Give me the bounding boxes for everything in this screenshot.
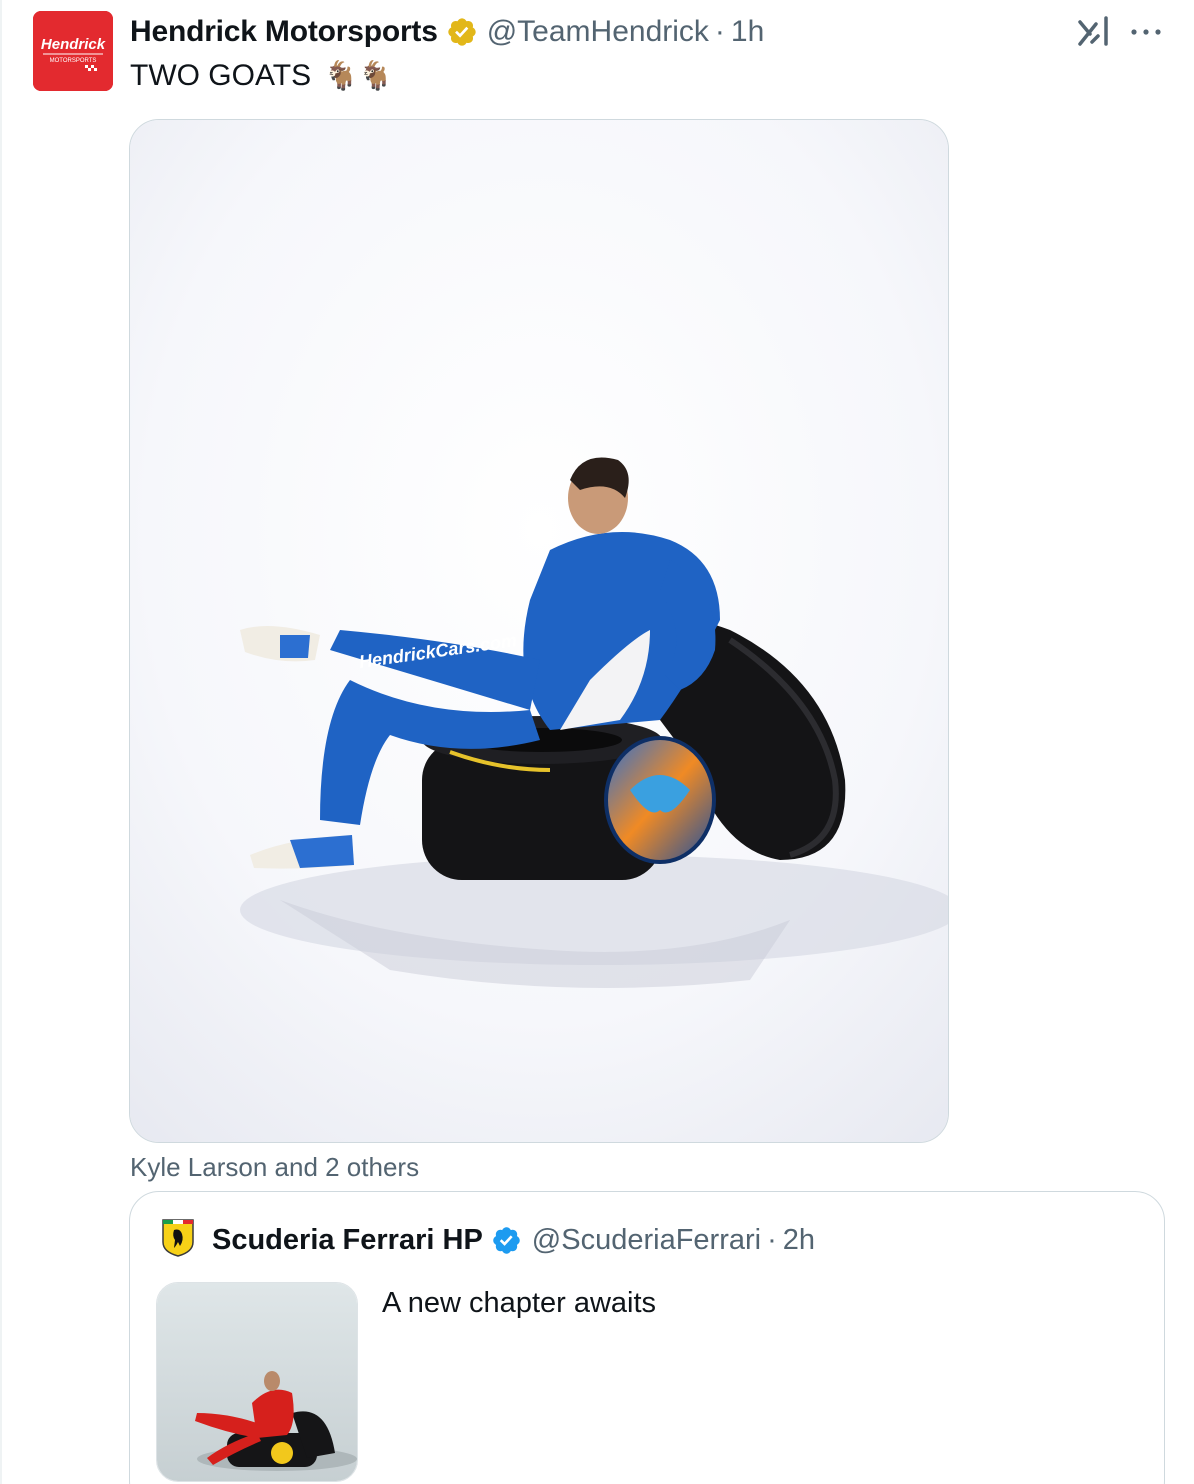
avatar-logo-subtext: MOTORSPORTS	[50, 58, 97, 64]
tweet-header: Hendrick Motorsports @TeamHendrick · 1h	[130, 12, 764, 52]
verified-blue-badge-icon[interactable]	[491, 1225, 522, 1256]
ferrari-avatar[interactable]	[160, 1218, 196, 1258]
goat-emoji: 🐐🐐	[323, 59, 394, 92]
avatar-logo-text: Hendrick	[41, 36, 106, 53]
quoted-media-thumbnail[interactable]	[156, 1282, 358, 1482]
quoted-separator-dot: ·	[767, 1223, 777, 1256]
quoted-author-name[interactable]: Scuderia Ferrari HP	[212, 1224, 483, 1257]
tweet-media-photo[interactable]: HendrickCars.com	[129, 119, 949, 1143]
tagged-people[interactable]: Kyle Larson and 2 others	[130, 1150, 419, 1184]
separator-dot: ·	[714, 15, 725, 48]
grok-icon[interactable]	[1076, 14, 1112, 50]
timeline-border	[0, 0, 2, 1484]
tweet-text-content: TWO GOATS	[130, 59, 312, 92]
helmet	[604, 736, 716, 864]
quoted-tweet-card[interactable]: Scuderia Ferrari HP @ScuderiaFerrari · 2…	[129, 1191, 1165, 1484]
quoted-author-handle[interactable]: @ScuderiaFerrari	[532, 1224, 761, 1257]
author-handle[interactable]: @TeamHendrick	[487, 15, 709, 49]
author-avatar[interactable]: Hendrick MOTORSPORTS	[33, 11, 113, 91]
tweet-text: TWO GOATS 🐐🐐	[130, 56, 393, 96]
quoted-tweet-header: Scuderia Ferrari HP @ScuderiaFerrari · 2…	[212, 1220, 815, 1260]
quoted-timestamp[interactable]: 2h	[783, 1224, 815, 1257]
tweet-timestamp[interactable]: 1h	[731, 15, 764, 49]
verified-gold-badge-icon[interactable]	[446, 16, 478, 48]
author-name[interactable]: Hendrick Motorsports	[130, 15, 438, 49]
quoted-tweet-text: A new chapter awaits	[382, 1287, 657, 1319]
more-options-icon[interactable]	[1128, 18, 1164, 46]
